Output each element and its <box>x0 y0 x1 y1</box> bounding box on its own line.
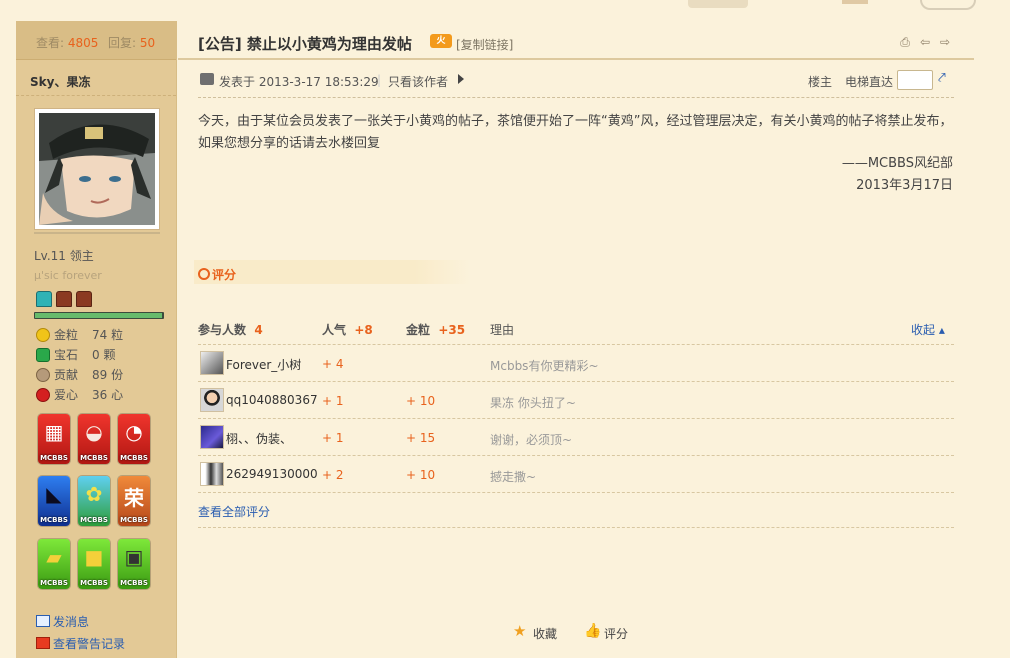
see-all-ratings-link[interactable]: 查看全部评分 <box>198 503 270 520</box>
floor-label: 楼主 <box>808 75 833 89</box>
row-divider <box>198 455 954 456</box>
divider <box>16 95 176 96</box>
rater-avatar[interactable] <box>200 425 224 449</box>
group-icon-2 <box>56 291 72 307</box>
rater-name[interactable]: 栩、、伪装、 <box>226 430 292 447</box>
header-decoration <box>842 0 868 4</box>
rater-name[interactable]: qq1040880367 <box>226 393 318 407</box>
rater-reason: 果冻 你头扭了~ <box>490 396 576 410</box>
mail-icon <box>36 615 50 627</box>
copy-link-button[interactable]: [复制链接] <box>456 36 513 53</box>
header-decoration <box>688 0 748 8</box>
medal-gold-block-icon[interactable]: ■ MCBBS <box>78 539 110 589</box>
th-popularity: 人气 +8 <box>322 323 373 337</box>
favorite-button[interactable]: 收藏 <box>533 625 557 642</box>
user-sidebar: 查看: 4805 回复: 50 Sky、果冻 Lv.11 领主 μ'sic fo… <box>16 21 177 658</box>
meta-divider <box>198 97 954 98</box>
online-status-icon <box>200 73 214 85</box>
avatar-underline <box>34 232 160 234</box>
avatar[interactable] <box>34 108 160 230</box>
rater-popularity: + 4 <box>322 357 344 371</box>
group-icon-3 <box>76 291 92 307</box>
row-divider <box>198 492 954 493</box>
rater-gold: + 10 <box>406 394 436 408</box>
views-stat: 查看: 4805 <box>36 36 99 50</box>
elevator-label: 电梯直达 <box>845 75 894 89</box>
emerald-icon <box>36 348 50 362</box>
post-sign-date: 2013年3月17日 <box>856 178 953 193</box>
rater-reason: 谢谢，必须顶~ <box>490 433 573 447</box>
th-gold: 金粒 +35 <box>406 323 466 337</box>
attr-contribution: 贡献 89 份 <box>34 366 174 384</box>
thumbs-up-icon[interactable]: 👍 <box>584 623 601 639</box>
attr-gem: 宝石 0 颗 <box>34 346 174 364</box>
rater-reason: 撼走撒~ <box>490 470 537 484</box>
rater-gold: + 10 <box>406 468 436 482</box>
contribution-icon <box>36 368 50 382</box>
rate-button[interactable]: 评分 <box>604 625 628 642</box>
medal-honor-icon[interactable]: 荣 MCBBS <box>118 476 150 526</box>
prev-thread-icon[interactable]: ⇦ <box>918 36 932 48</box>
medal-creeper-icon[interactable]: ◣ MCBBS <box>38 476 70 526</box>
level-progress-fill <box>35 313 162 318</box>
rater-reason: Mcbbs有你更精彩~ <box>490 359 599 373</box>
post-body-text: 今天，由于某位会员发表了一张关于小黄鸡的帖子，茶馆便开始了一阵“黄鸡”风，经过管… <box>198 114 953 151</box>
rater-name[interactable]: 262949130000 <box>226 467 318 481</box>
row-divider <box>198 527 954 528</box>
replies-stat: 回复: 50 <box>108 36 156 50</box>
meta-separator: | <box>377 73 382 87</box>
thread-title: [公告] 禁止以小黄鸡为理由发帖 <box>198 35 412 53</box>
post-sign-org: ——MCBBS风纪部 <box>841 156 953 171</box>
print-icon[interactable]: ⎙ <box>898 36 912 48</box>
only-author-link[interactable]: 只看该作者 <box>388 73 448 90</box>
thread-stats-bar: 查看: 4805 回复: 50 <box>16 21 176 60</box>
medal-furnace-icon[interactable]: ▣ MCBBS <box>118 539 150 589</box>
user-level[interactable]: Lv.11 领主 <box>34 247 94 264</box>
user-custom-title: μ'sic forever <box>34 269 102 282</box>
group-icon-1 <box>36 291 52 307</box>
rater-popularity: + 2 <box>322 468 344 482</box>
warning-card-icon <box>36 637 50 649</box>
title-divider <box>178 58 974 60</box>
medal-flower-icon[interactable]: ✿ MCBBS <box>78 476 110 526</box>
medal-windows-icon[interactable]: ▦ MCBBS <box>38 414 70 464</box>
gold-nugget-icon <box>36 328 50 342</box>
rater-gold: + 15 <box>406 431 436 445</box>
rating-label: 评分 <box>212 268 237 282</box>
rater-avatar[interactable] <box>200 388 224 412</box>
post-timestamp: 发表于 2013-3-17 18:53:29 <box>219 75 379 89</box>
rating-ring-icon <box>198 268 210 280</box>
row-divider <box>198 418 954 419</box>
level-progress-bar <box>34 312 164 319</box>
next-thread-icon[interactable]: ⇨ <box>938 36 952 48</box>
rater-name[interactable]: Forever_小树 <box>226 356 301 373</box>
hot-thread-badge: 火 <box>430 34 452 48</box>
medal-ring-icon[interactable]: ◔ MCBBS <box>118 414 150 464</box>
username[interactable]: Sky、果冻 <box>30 73 90 90</box>
attr-love: 爱心 36 心 <box>34 386 174 404</box>
heart-apple-icon <box>36 388 50 402</box>
avatar-image <box>39 113 155 225</box>
medal-gold-ingot-icon[interactable]: ▰ MCBBS <box>38 539 70 589</box>
th-reason: 理由 <box>490 323 515 337</box>
collapse-ratings-button[interactable]: 收起 ▴ <box>911 321 945 338</box>
floor-jump-input[interactable] <box>897 70 933 90</box>
rater-popularity: + 1 <box>322 431 344 445</box>
rater-avatar[interactable] <box>200 351 224 375</box>
play-arrow-icon <box>458 74 464 84</box>
go-floor-icon[interactable]: ⤤ <box>938 70 952 86</box>
header-decoration <box>920 0 976 10</box>
row-divider <box>198 344 954 345</box>
row-divider <box>198 381 954 382</box>
medal-cake-icon[interactable]: ◒ MCBBS <box>78 414 110 464</box>
attr-gold: 金粒 74 粒 <box>34 326 174 344</box>
th-participants: 参与人数 4 <box>198 323 263 337</box>
star-icon[interactable]: ★ <box>513 623 529 639</box>
rater-popularity: + 1 <box>322 394 344 408</box>
rater-avatar[interactable] <box>200 462 224 486</box>
